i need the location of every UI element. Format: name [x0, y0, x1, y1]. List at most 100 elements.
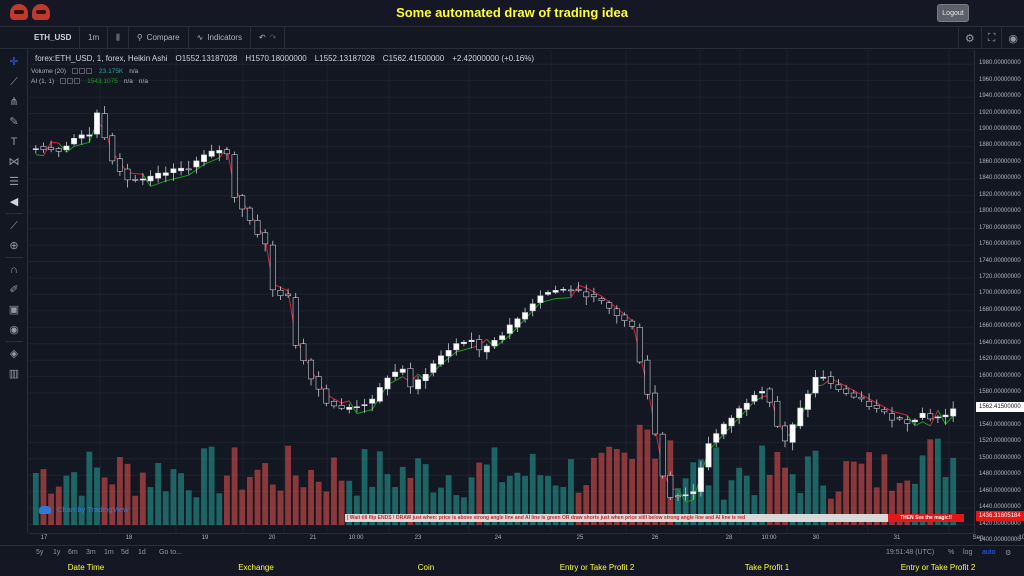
pattern-icon[interactable]: ⋈ [6, 155, 22, 169]
price-tick-label: 1940.00000000 [979, 93, 1021, 100]
range-5y-button[interactable]: 5y [36, 549, 43, 556]
symbol-search-button[interactable]: ETH_USD [0, 26, 80, 49]
candle-body [453, 343, 460, 351]
time-tick-label: 25 [576, 535, 584, 541]
range-6m-button[interactable]: 6m [68, 549, 78, 556]
range-1d-button[interactable]: 1d [138, 549, 146, 556]
volume-bar [636, 424, 643, 525]
candle-body [86, 134, 93, 137]
candle-body [48, 147, 55, 150]
candle-body [269, 244, 276, 291]
candle-body [445, 350, 452, 357]
fib-icon[interactable]: ☰ [6, 175, 22, 189]
redo-icon[interactable]: ↷ [270, 33, 277, 42]
candle-body [116, 158, 123, 172]
range-1m-button[interactable]: 1m [104, 549, 114, 556]
candle-body [705, 443, 712, 468]
ruler-icon[interactable]: ⟋ [6, 219, 22, 233]
compare-button[interactable]: ⚲ Compare [129, 26, 189, 49]
fullscreen-button[interactable]: ⛶ [980, 27, 1002, 49]
chart-pane[interactable]: forex:ETH_USD, 1, forex, Heikin Ashi O15… [29, 50, 974, 533]
indicators-button[interactable]: ∿ Indicators [189, 26, 251, 49]
screenshot-button[interactable]: ◉ [1001, 27, 1024, 49]
trend-line-icon[interactable]: ⟋ [6, 75, 22, 89]
brush-icon[interactable]: ✎ [6, 115, 22, 129]
undo-button[interactable]: ↶ ↷ [251, 26, 286, 49]
text-icon[interactable]: T [6, 135, 22, 149]
candle-body [300, 343, 307, 361]
volume-bar [94, 467, 100, 525]
ai-line-segment [899, 412, 908, 416]
magnet-icon[interactable]: ∩ [6, 263, 22, 277]
candle-body [881, 409, 888, 413]
chart-style-button[interactable]: ⫼ [108, 26, 129, 49]
settings-button[interactable]: ⚙ [957, 27, 981, 49]
ai-label[interactable]: AI (1, 1) [31, 78, 54, 85]
study-buttons[interactable] [72, 68, 93, 75]
candle-body [369, 398, 376, 404]
arrow-left-icon[interactable]: ◀ [6, 195, 22, 209]
candle-body [63, 145, 70, 151]
time-tick-label: 31 [893, 535, 901, 541]
range-1y-button[interactable]: 1y [53, 549, 60, 556]
candle-body [713, 433, 720, 443]
price-tick-label: 1540.00000000 [979, 421, 1021, 428]
candle-body [652, 392, 659, 435]
percent-toggle[interactable]: % [948, 549, 954, 556]
settings-icon: ⚙ [964, 32, 975, 45]
candle-body [529, 303, 536, 312]
range-5d-button[interactable]: 5d [121, 549, 129, 556]
price-tick-label: 1520.00000000 [979, 438, 1021, 445]
study-buttons[interactable] [60, 78, 81, 85]
time-tick-label: 20 [268, 535, 276, 541]
candle-body [476, 339, 483, 351]
tradingview-attribution[interactable]: Chart by TradingView [39, 505, 129, 514]
volume-bar [139, 472, 146, 525]
candle-body [629, 320, 636, 327]
price-tick-label: 1440.00000000 [979, 504, 1021, 511]
tradingview-widget: ETH_USD 1m ⫼ ⚲ Compare ∿ Indicators ↶ ↷ ⚙… [0, 26, 1024, 560]
time-axis[interactable]: 17 18 19 20 21 10:00 23 24 25 26 28 10:00 30 31 Sep 10:… [29, 533, 1024, 545]
candle-body [636, 326, 643, 363]
ai-line-segment [356, 411, 365, 415]
volume-bar [193, 497, 200, 525]
volume-legend: Volume (20) 23.175K n/a [31, 68, 138, 75]
volume-label[interactable]: Volume (20) [31, 68, 66, 75]
utc-clock[interactable]: 19:51:48 (UTC) [886, 549, 934, 556]
scale-settings-icon[interactable]: ⚙ [1005, 549, 1011, 557]
legend-symbol[interactable]: forex:ETH_USD, 1, forex, Heikin Ashi [35, 54, 168, 63]
legend-low: L1552.13187028 [314, 54, 375, 63]
pitchfork-icon[interactable]: ⋔ [6, 95, 22, 109]
log-toggle[interactable]: log [963, 549, 972, 556]
lock-drawing-icon[interactable]: ✐ [6, 283, 22, 297]
auto-toggle[interactable]: auto [982, 549, 996, 556]
lock-icon[interactable]: ▣ [6, 303, 22, 317]
candle-body [583, 291, 590, 298]
time-tick-label: 30 [812, 535, 820, 541]
ai-line-segment [585, 287, 595, 293]
zoom-in-icon[interactable]: ⊕ [6, 239, 22, 253]
candle-body [522, 312, 529, 320]
price-scale[interactable]: 1980.00000000 1960.00000000 1940.00000000 1… [974, 50, 1024, 543]
time-tick-label: 17 [40, 535, 48, 541]
candle-body [185, 168, 192, 171]
candle-body [506, 324, 513, 334]
candle-body [308, 359, 315, 380]
volume-bar [208, 446, 215, 525]
trash-icon[interactable]: ▥ [6, 367, 22, 381]
volume-bar [178, 473, 184, 525]
layers-icon[interactable]: ◈ [6, 347, 22, 361]
price-chart[interactable] [29, 50, 974, 533]
candle-body [827, 376, 834, 384]
ai-line-segment [570, 285, 580, 298]
goto-date-button[interactable]: Go to... [159, 549, 182, 556]
range-3m-button[interactable]: 3m [86, 549, 96, 556]
eye-icon[interactable]: ◉ [6, 323, 22, 337]
interval-button[interactable]: 1m [80, 26, 109, 49]
candle-body [567, 289, 574, 292]
volume-bar [117, 457, 123, 525]
crosshair-icon[interactable]: ✛ [6, 55, 22, 69]
logout-button[interactable]: Logout [937, 4, 969, 22]
candle-body [950, 408, 957, 417]
volume-bar [170, 469, 177, 525]
